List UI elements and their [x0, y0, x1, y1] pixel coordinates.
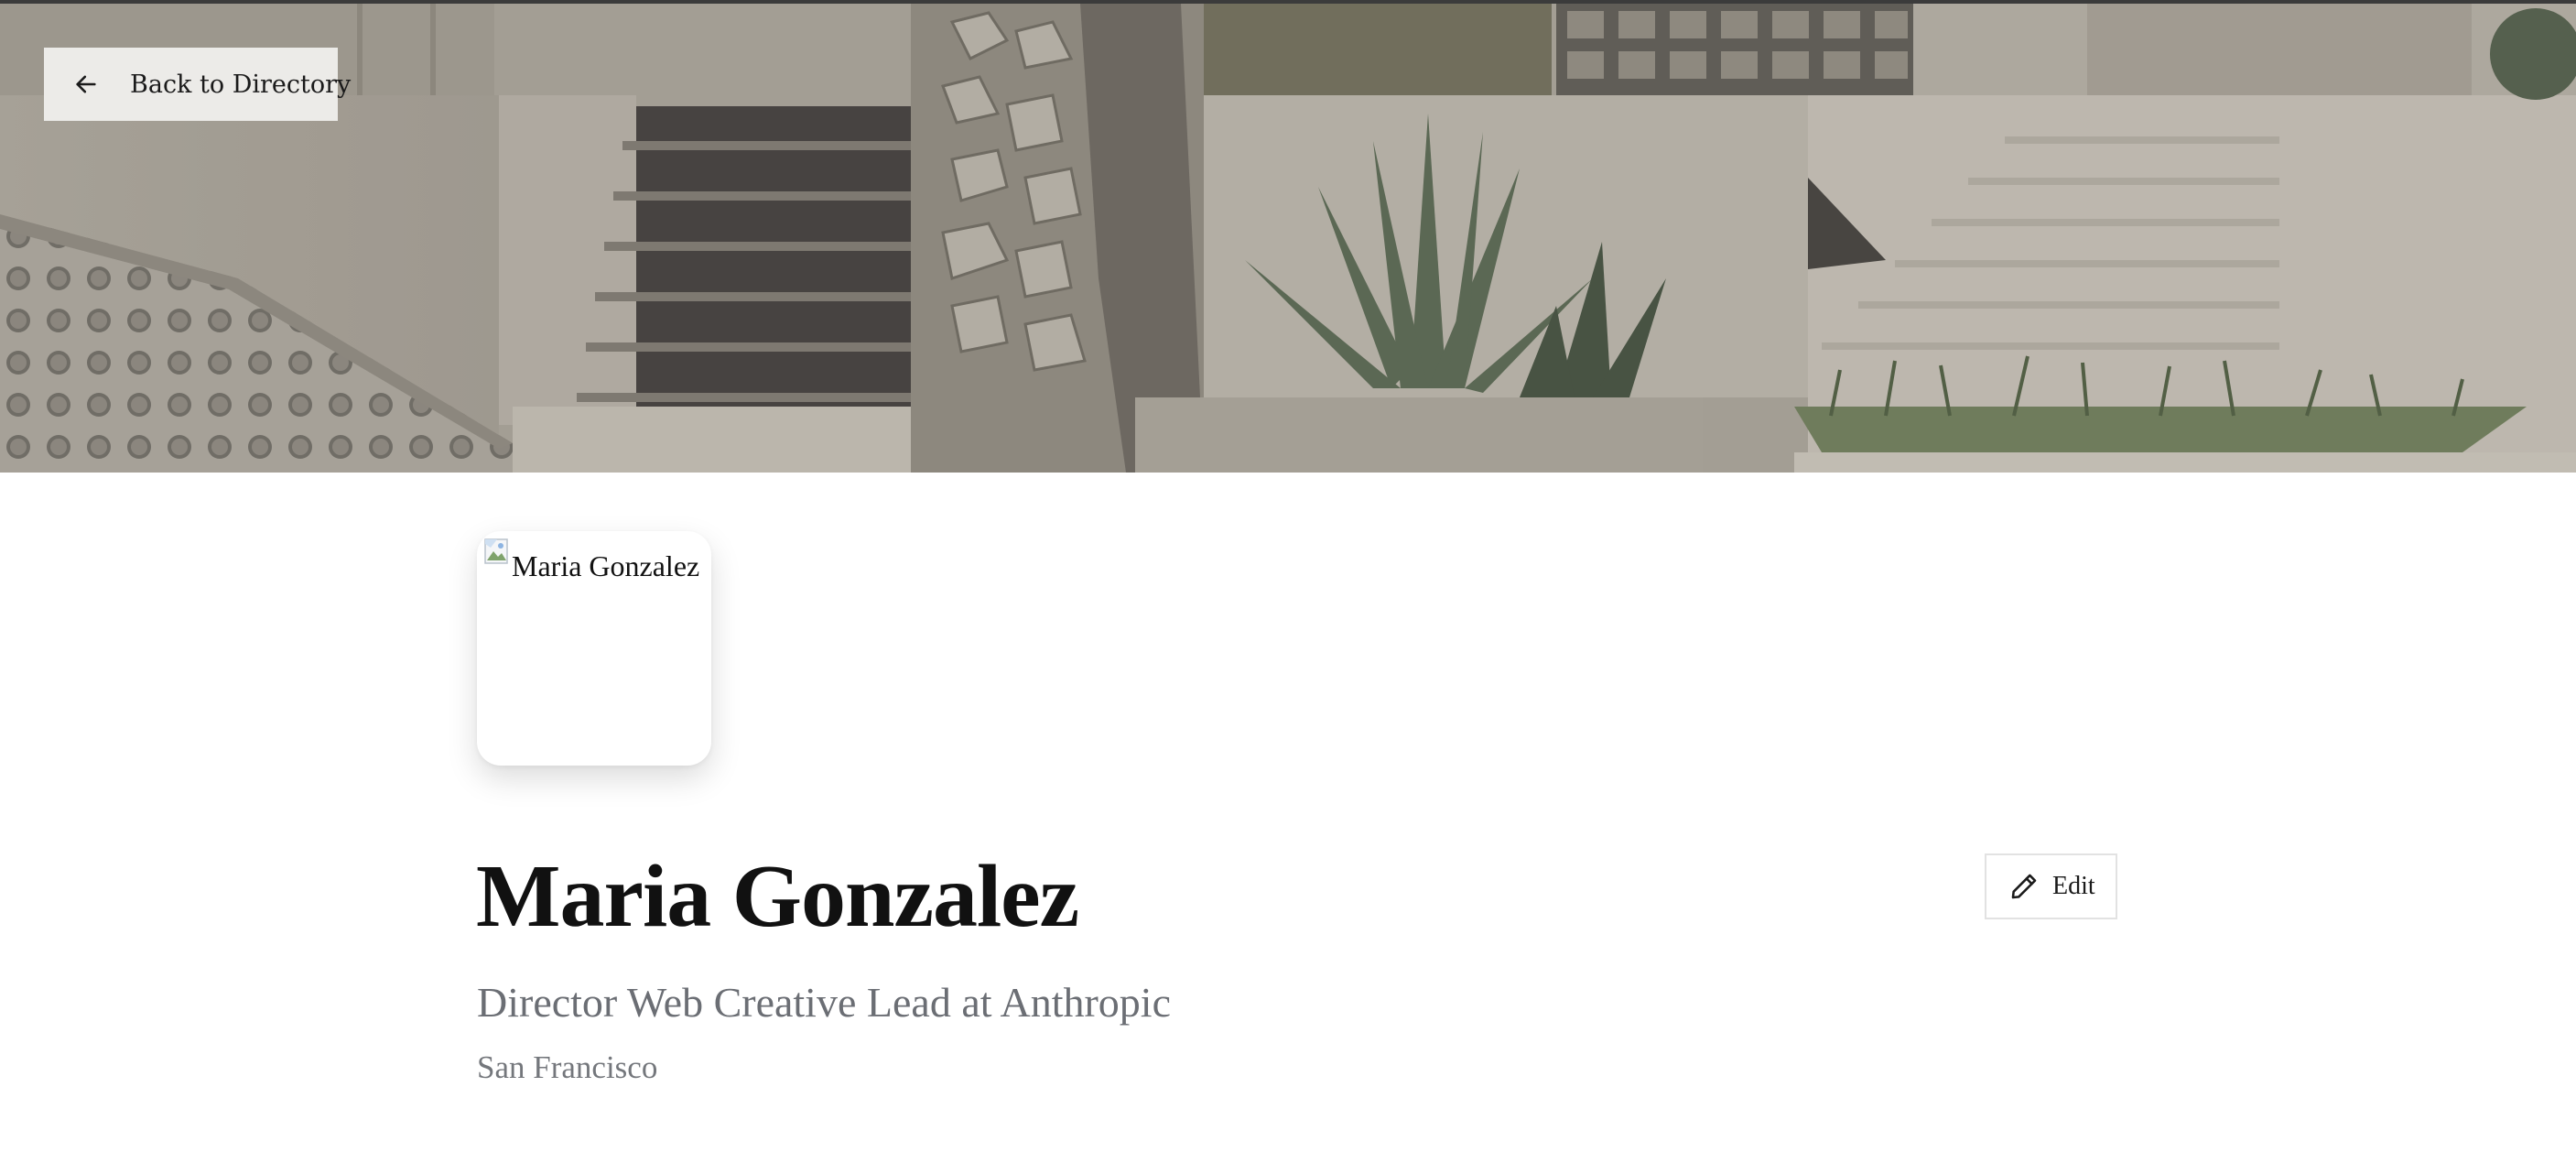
edit-button[interactable]: Edit	[1985, 853, 2117, 919]
profile-name: Maria Gonzalez	[476, 847, 1079, 946]
broken-image-icon	[484, 538, 510, 566]
profile-location: San Francisco	[477, 1049, 658, 1085]
back-to-directory-button[interactable]: Back to Directory	[44, 48, 351, 121]
pencil-icon	[2008, 871, 2040, 902]
profile-job-title: Director Web Creative Lead at Anthropic	[477, 979, 1171, 1026]
edit-label: Edit	[2052, 872, 2095, 900]
avatar-alt-text: Maria Gonzalez	[512, 549, 700, 582]
avatar: Maria Gonzalez	[477, 531, 711, 766]
profile-page: Back to Directory Maria Gonzalez Maria G…	[0, 0, 2576, 1152]
arrow-left-icon	[73, 71, 99, 97]
cover-image	[0, 0, 2576, 473]
back-to-directory-label: Back to Directory	[130, 70, 352, 99]
